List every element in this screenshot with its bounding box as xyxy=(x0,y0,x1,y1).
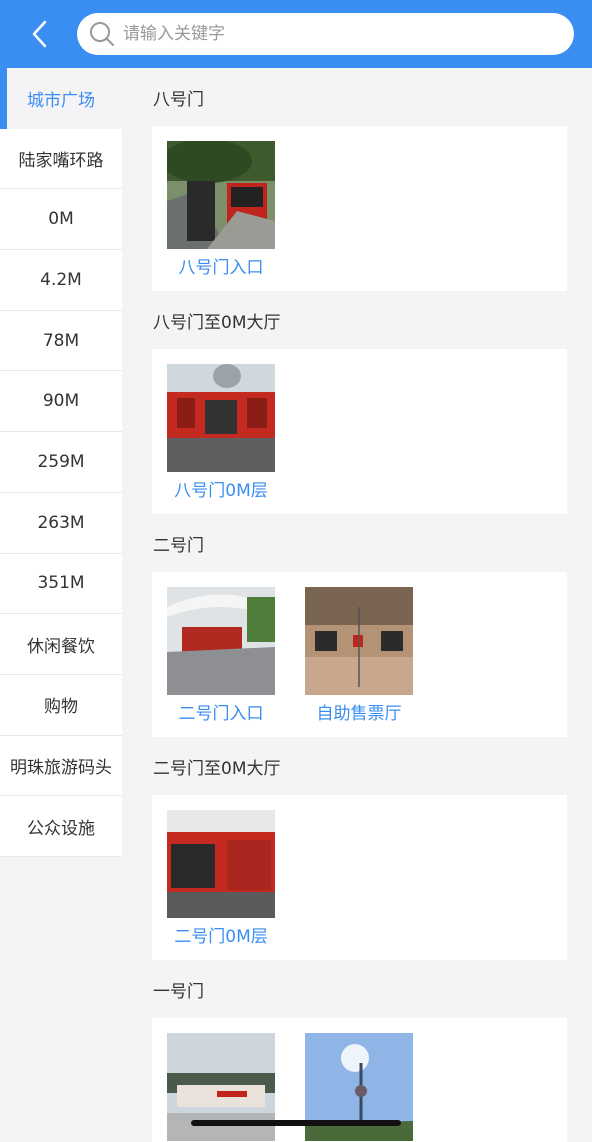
top-bar xyxy=(0,0,592,68)
sidebar-item-label: 陆家嘴环路 xyxy=(18,151,104,172)
sidebar-item-263m[interactable]: 263M xyxy=(0,492,122,554)
sidebar-item-label: 90M xyxy=(42,391,80,412)
sidebar-item-90m[interactable]: 90M xyxy=(0,371,122,433)
sidebar-item-shopping[interactable]: 购物 xyxy=(0,674,122,736)
panorama-thumb[interactable]: 二号门入口 xyxy=(167,587,275,737)
content-list: 八号门 八号门入口 八号门至0M大厅 八号门0M层 二号门 二号门入口 自助售票… xyxy=(122,68,592,1142)
section-card: 二号门0M层 xyxy=(152,795,567,960)
category-sidebar: 城市广场 陆家嘴环路 0M 4.2M 78M 90M 259M 263M 351… xyxy=(0,68,122,1142)
section-card: 八号门入口 xyxy=(152,126,567,291)
sidebar-item-label: 351M xyxy=(37,573,85,594)
home-indicator xyxy=(191,1120,401,1126)
sidebar-item-label: 公众设施 xyxy=(27,818,95,839)
thumb-caption: 二号门入口 xyxy=(178,704,264,724)
section-title: 二号门 xyxy=(153,535,204,556)
chevron-left-icon xyxy=(32,20,47,48)
thumb-caption: 二号门0M层 xyxy=(174,927,268,947)
panorama-image xyxy=(167,141,275,249)
sidebar-item-label: 259M xyxy=(37,451,85,472)
section-title: 二号门至0M大厅 xyxy=(153,758,281,779)
panorama-thumb[interactable]: 二号门0M层 xyxy=(167,810,275,960)
sidebar-item-label: 明珠旅游码头 xyxy=(10,757,112,778)
section-title: 一号门 xyxy=(153,981,204,1002)
search-icon xyxy=(90,22,114,46)
panorama-image xyxy=(167,587,275,695)
panorama-thumb[interactable]: 八号门0M层 xyxy=(167,364,275,514)
sidebar-item-ferry-pier[interactable]: 明珠旅游码头 xyxy=(0,735,122,797)
sidebar-item-label: 263M xyxy=(37,512,85,533)
sidebar-item-259m[interactable]: 259M xyxy=(0,432,122,493)
sidebar-item-4-2m[interactable]: 4.2M xyxy=(0,250,122,311)
thumb-caption: 八号门入口 xyxy=(178,258,264,278)
sidebar-item-city-plaza[interactable]: 城市广场 xyxy=(0,68,122,129)
panorama-image xyxy=(305,587,413,695)
sidebar-item-label: 0M xyxy=(48,209,74,230)
sidebar-item-label: 4.2M xyxy=(40,269,82,290)
back-button[interactable] xyxy=(20,14,60,54)
sidebar-item-78m[interactable]: 78M xyxy=(0,310,122,372)
panorama-thumb[interactable]: 自助售票厅 xyxy=(305,587,413,737)
sidebar-item-public-facilities[interactable]: 公众设施 xyxy=(0,796,122,857)
panorama-image xyxy=(167,810,275,918)
panorama-image xyxy=(167,364,275,472)
thumb-caption: 自助售票厅 xyxy=(316,704,402,724)
sidebar-item-label: 城市广场 xyxy=(27,90,95,111)
sidebar-item-351m[interactable]: 351M xyxy=(0,553,122,615)
sidebar-item-label: 休闲餐饮 xyxy=(27,636,95,657)
thumb-caption: 八号门0M层 xyxy=(174,481,268,501)
section-card: 八号门0M层 xyxy=(152,349,567,514)
section-title: 八号门 xyxy=(153,89,204,110)
sidebar-item-0m[interactable]: 0M xyxy=(0,189,122,251)
search-bar[interactable] xyxy=(77,13,574,55)
panorama-thumb[interactable]: 八号门入口 xyxy=(167,141,275,291)
section-card: 二号门入口 自助售票厅 xyxy=(152,572,567,737)
sidebar-item-label: 购物 xyxy=(44,697,78,718)
section-title: 八号门至0M大厅 xyxy=(153,312,281,333)
sidebar-item-label: 78M xyxy=(42,330,80,351)
search-input[interactable] xyxy=(123,24,543,44)
sidebar-item-dining[interactable]: 休闲餐饮 xyxy=(0,614,122,675)
sidebar-item-lujiazui-ring-road[interactable]: 陆家嘴环路 xyxy=(0,128,122,190)
